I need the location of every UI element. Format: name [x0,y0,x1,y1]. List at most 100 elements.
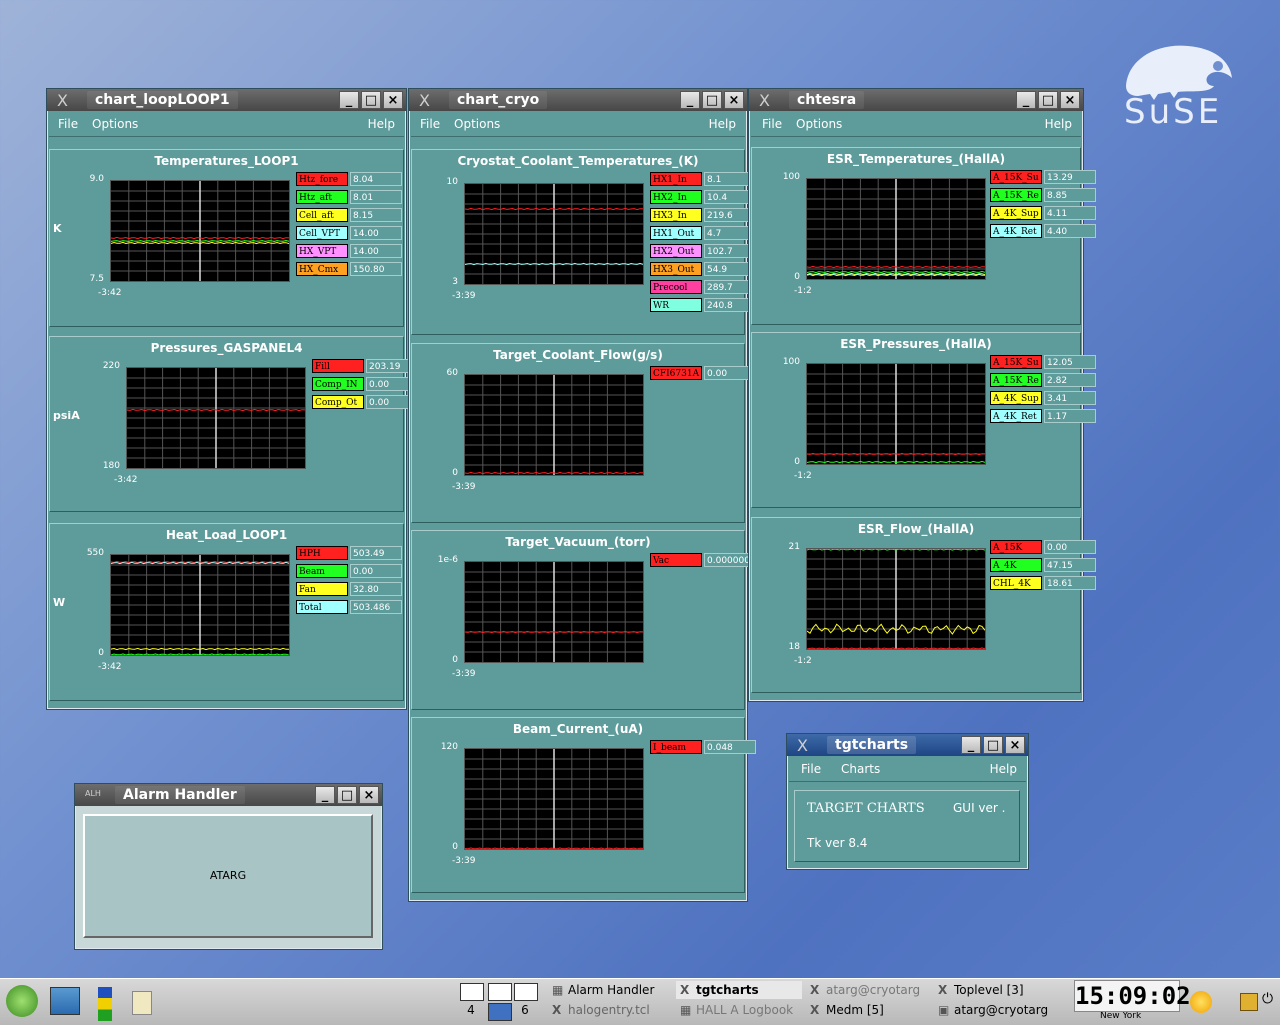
plot-area[interactable] [464,183,644,285]
plot-area[interactable] [464,561,644,663]
minimize-button[interactable]: _ [680,91,700,109]
pager-icon[interactable] [98,987,112,1021]
legend-label[interactable]: HPH [296,546,348,560]
menu-options[interactable]: Options [92,117,138,131]
menu-file[interactable]: File [420,117,440,131]
legend-label[interactable]: WR [650,298,702,312]
legend-label[interactable]: Fan [296,582,348,596]
task-tgtcharts[interactable]: Xtgtcharts [676,981,802,999]
legend-label[interactable]: Beam [296,564,348,578]
window-titlebar[interactable]: X tgtcharts _ □ × [787,734,1028,756]
legend-label[interactable]: A_4K_Sup [990,391,1042,405]
legend-label[interactable]: A_15K_Re [990,373,1042,387]
legend-label[interactable]: Comp_IN [312,377,364,391]
legend-label[interactable]: Total [296,600,348,614]
window-titlebar[interactable]: X chtesra _ □ × [749,89,1083,111]
task-hall-a-logbook[interactable]: ▦ HALL A Logbook [676,1001,802,1019]
pager-desktop-4[interactable]: 4 [460,1003,482,1019]
x-app-icon[interactable]: X [797,736,808,755]
plot-area[interactable] [464,748,644,850]
task-atarg-1[interactable]: Xatarg@cryotarg [806,981,932,999]
legend-label[interactable]: HX3_Out [650,262,702,276]
menu-help[interactable]: Help [990,762,1017,776]
close-button[interactable]: × [1005,736,1025,754]
legend-label[interactable]: Fill [312,359,364,373]
legend-label[interactable]: HX1_In [650,172,702,186]
legend-label[interactable]: HX2_In [650,190,702,204]
plot-area[interactable] [110,180,290,282]
legend-label[interactable]: Comp_Ot [312,395,364,409]
plot-area[interactable] [464,374,644,476]
legend-label[interactable]: CHL_4K [990,576,1042,590]
legend-label[interactable]: A_4K_Ret [990,409,1042,423]
plot-area[interactable] [806,178,986,280]
maximize-button[interactable]: □ [1038,91,1058,109]
legend-label[interactable]: HX2_Out [650,244,702,258]
desktop-icon[interactable] [50,987,80,1015]
task-toplevel[interactable]: X Toplevel [3] [934,981,1060,999]
maximize-button[interactable]: □ [337,786,357,804]
legend-label[interactable]: A_15K_Su [990,170,1042,184]
legend-label[interactable]: CFI6731A [650,366,702,380]
alh-app-icon[interactable]: ALH [85,789,101,798]
legend-label[interactable]: A_4K_Ret [990,224,1042,238]
plot-area[interactable] [110,554,290,656]
plot-area[interactable] [126,367,306,469]
minimize-button[interactable]: _ [315,786,335,804]
legend-label[interactable]: Htz_fore [296,172,348,186]
legend-label[interactable]: Cell_VPT [296,226,348,240]
legend-label[interactable]: HX_VPT [296,244,348,258]
window-titlebar[interactable]: ALH Alarm Handler _ □ × [75,784,382,806]
menu-help[interactable]: Help [709,117,736,131]
x-app-icon[interactable]: X [419,91,430,110]
legend-label[interactable]: A_4K_Sup [990,206,1042,220]
close-button[interactable]: × [724,91,744,109]
alarm-group-button[interactable]: ATARG [83,814,373,938]
minimize-button[interactable]: _ [339,91,359,109]
task-halogentry[interactable]: Xhalogentry.tcl [548,1001,674,1019]
close-button[interactable]: × [359,786,379,804]
legend-label[interactable]: A_15K_Su [990,355,1042,369]
maximize-button[interactable]: □ [361,91,381,109]
legend-label[interactable]: Cell_aft [296,208,348,222]
x-app-icon[interactable]: X [759,91,770,110]
maximize-button[interactable]: □ [702,91,722,109]
legend-label[interactable]: I_beam [650,740,702,754]
legend-label[interactable]: Precool [650,280,702,294]
menu-options[interactable]: Options [454,117,500,131]
plot-area[interactable] [806,363,986,465]
start-menu-icon[interactable] [6,985,38,1017]
plot-area[interactable] [806,548,986,650]
menu-file[interactable]: File [58,117,78,131]
menu-file[interactable]: File [801,762,821,776]
legend-label[interactable]: Vac [650,553,702,567]
task-alarm-handler[interactable]: ▦ Alarm Handler [548,981,674,999]
legend-label[interactable]: A_15K_Re [990,188,1042,202]
legend-label[interactable]: HX3_In [650,208,702,222]
pager-grid[interactable]: 4 6 [458,981,538,1021]
legend-label[interactable]: A_15K [990,540,1042,554]
legend-label[interactable]: Htz_aft [296,190,348,204]
menu-file[interactable]: File [762,117,782,131]
legend-label[interactable]: HX1_Out [650,226,702,240]
pager-desktop-6[interactable]: 6 [514,1003,536,1019]
task-atarg-2[interactable]: ▣ atarg@cryotarg [934,1001,1060,1019]
minimize-button[interactable]: _ [1016,91,1036,109]
minimize-button[interactable]: _ [961,736,981,754]
maximize-button[interactable]: □ [983,736,1003,754]
kde-app-icon[interactable] [132,991,152,1015]
lock-icon[interactable] [1240,993,1258,1011]
weather-sun-icon[interactable] [1190,991,1212,1013]
legend-label[interactable]: A_4K [990,558,1042,572]
menu-charts[interactable]: Charts [841,762,880,776]
menu-help[interactable]: Help [1045,117,1072,131]
close-button[interactable]: × [1060,91,1080,109]
menu-help[interactable]: Help [368,117,395,131]
legend-label[interactable]: HX_Cmx [296,262,348,276]
x-app-icon[interactable]: X [57,91,68,110]
close-button[interactable]: × [383,91,403,109]
window-titlebar[interactable]: X chart_cryo _ □ × [409,89,747,111]
task-medm[interactable]: X Medm [5] [806,1001,932,1019]
menu-options[interactable]: Options [796,117,842,131]
window-titlebar[interactable]: X chart_loopLOOP1 _ □ × [47,89,406,111]
